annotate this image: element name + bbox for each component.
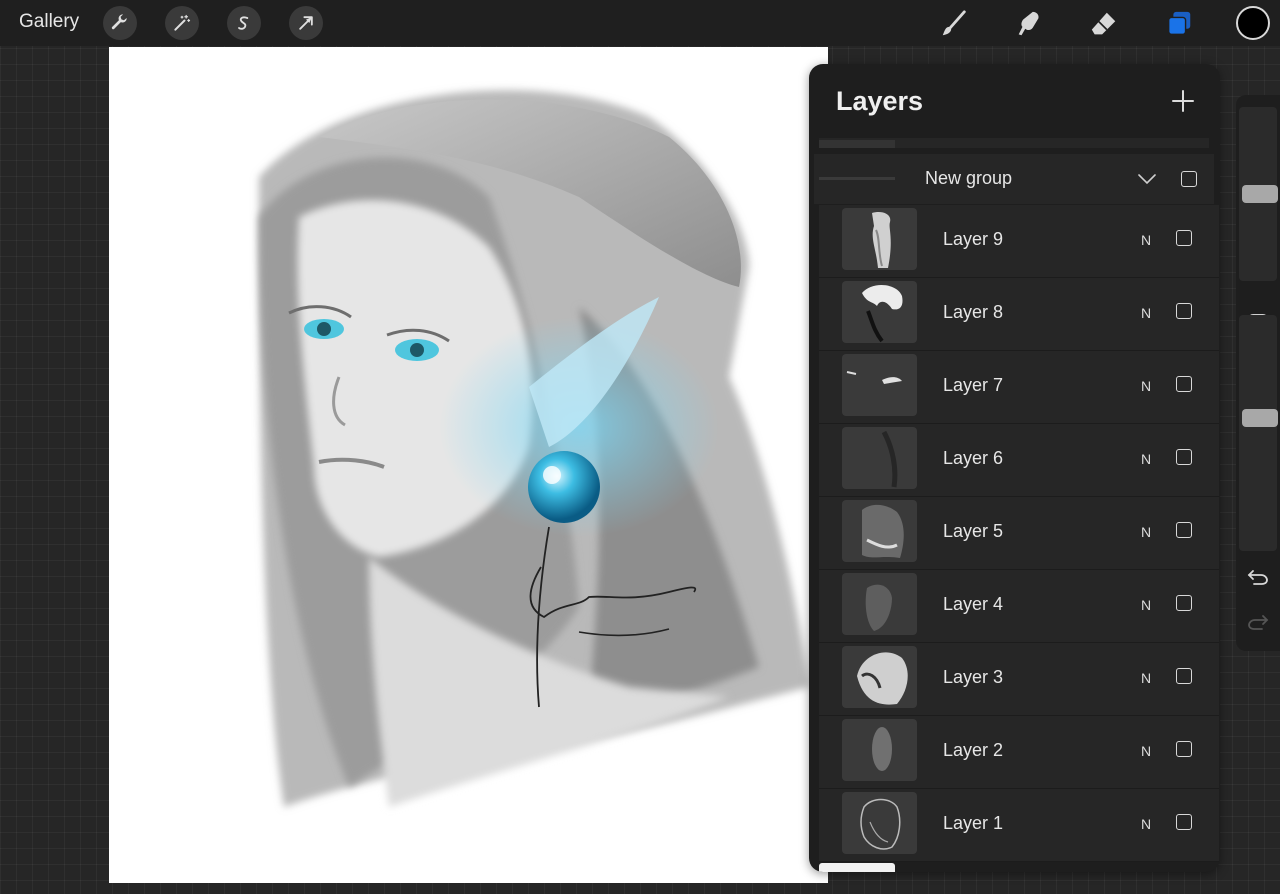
layer-name: Layer 6 (943, 448, 1004, 468)
layer-visibility-checkbox[interactable] (1176, 522, 1192, 538)
redo-icon[interactable] (1246, 610, 1270, 634)
layer-thumbnail (842, 208, 917, 270)
layer-row[interactable]: Layer 8 N (819, 278, 1219, 351)
layer-name: Layer 7 (943, 375, 1004, 395)
layer-row[interactable]: Layer 1 N (819, 789, 1219, 862)
drawing-canvas[interactable] (109, 47, 828, 883)
artwork (259, 90, 809, 807)
layer-row[interactable]: Layer 5 N (819, 497, 1219, 570)
layer-row[interactable]: Layer 3 N (819, 643, 1219, 716)
gallery-button[interactable]: Gallery (19, 11, 79, 33)
brush-opacity-slider[interactable] (1239, 315, 1278, 551)
layer-thumbnail (842, 573, 917, 635)
blend-mode-label[interactable]: N (1141, 232, 1151, 248)
layers-tool-button[interactable] (1161, 6, 1197, 42)
smudge-icon (1018, 11, 1039, 36)
layer-row[interactable]: Layer 4 N (819, 570, 1219, 643)
layer-thumbnail (842, 354, 917, 416)
brush-tool-button[interactable] (936, 6, 972, 42)
actions-button[interactable] (103, 6, 137, 40)
layer-name: Layer 4 (943, 594, 1004, 614)
undo-icon[interactable] (1246, 565, 1270, 589)
blend-mode-label[interactable]: N (1141, 743, 1151, 759)
top-toolbar: Gallery (0, 0, 1280, 46)
blend-mode-label[interactable]: N (1141, 524, 1151, 540)
layer-name: Layer 5 (943, 521, 1004, 541)
smudge-tool-button[interactable] (1011, 6, 1047, 42)
layer-name: Layer 2 (943, 740, 1004, 760)
blend-mode-label[interactable]: N (1141, 597, 1151, 613)
blend-mode-label[interactable]: N (1141, 670, 1151, 686)
transform-button[interactable] (289, 6, 323, 40)
group-visibility-checkbox[interactable] (1181, 171, 1197, 187)
adjustments-button[interactable] (165, 6, 199, 40)
layer-visibility-checkbox[interactable] (1176, 449, 1192, 465)
blend-mode-label[interactable]: N (1141, 816, 1151, 832)
layer-thumbnail (842, 500, 917, 562)
transform-arrow-icon (299, 16, 313, 30)
blend-mode-label[interactable]: N (1141, 451, 1151, 467)
layer-thumbnail (842, 281, 917, 343)
wrench-icon (111, 14, 127, 30)
layers-panel: Layers New group Layer 9 N Layer 8 N Lay… (809, 64, 1220, 872)
layer-visibility-checkbox[interactable] (1176, 595, 1192, 611)
layer-thumbnail (842, 792, 917, 854)
layers-icon (1167, 11, 1191, 36)
layer-visibility-checkbox[interactable] (1176, 668, 1192, 684)
layer-row-partial[interactable] (819, 138, 1209, 148)
layer-row-partial-bottom[interactable] (819, 863, 895, 872)
brush-sidebar (1236, 95, 1280, 651)
layer-visibility-checkbox[interactable] (1176, 741, 1192, 757)
layer-row[interactable]: Layer 7 N (819, 351, 1219, 424)
layer-name: Layer 1 (943, 813, 1004, 833)
chevron-down-icon[interactable] (1136, 168, 1158, 190)
add-layer-button[interactable] (1168, 86, 1198, 116)
magic-wand-icon (174, 14, 191, 31)
layer-name: Layer 3 (943, 667, 1004, 687)
layer-row[interactable]: Layer 9 N (819, 205, 1219, 278)
eraser-icon (1091, 12, 1116, 35)
group-thumbnail (819, 177, 895, 180)
brush-size-knob[interactable] (1242, 185, 1278, 203)
layer-name: Layer 8 (943, 302, 1004, 322)
brush-opacity-knob[interactable] (1242, 409, 1278, 428)
layer-group-row[interactable]: New group (814, 154, 1214, 204)
layer-visibility-checkbox[interactable] (1176, 303, 1192, 319)
layer-name: Layer 9 (943, 229, 1004, 249)
brush-size-slider[interactable] (1239, 107, 1278, 281)
layer-thumbnail (842, 427, 917, 489)
blend-mode-label[interactable]: N (1141, 378, 1151, 394)
selection-s-icon (238, 16, 249, 30)
eraser-tool-button[interactable] (1086, 6, 1122, 42)
plus-icon (1172, 90, 1194, 112)
brush-icon (942, 10, 966, 36)
layer-list: Layer 9 N Layer 8 N Layer 7 N Layer 6 N … (819, 205, 1219, 862)
layer-visibility-checkbox[interactable] (1176, 230, 1192, 246)
selection-button[interactable] (227, 6, 261, 40)
layer-thumbnail (842, 646, 917, 708)
layer-row[interactable]: Layer 2 N (819, 716, 1219, 789)
group-label: New group (925, 168, 1013, 188)
layers-panel-title: Layers (836, 86, 924, 116)
layer-thumbnail (842, 719, 917, 781)
layer-visibility-checkbox[interactable] (1176, 814, 1192, 830)
color-picker-button[interactable] (1236, 6, 1270, 40)
blend-mode-label[interactable]: N (1141, 305, 1151, 321)
layer-visibility-checkbox[interactable] (1176, 376, 1192, 392)
layer-row[interactable]: Layer 6 N (819, 424, 1219, 497)
